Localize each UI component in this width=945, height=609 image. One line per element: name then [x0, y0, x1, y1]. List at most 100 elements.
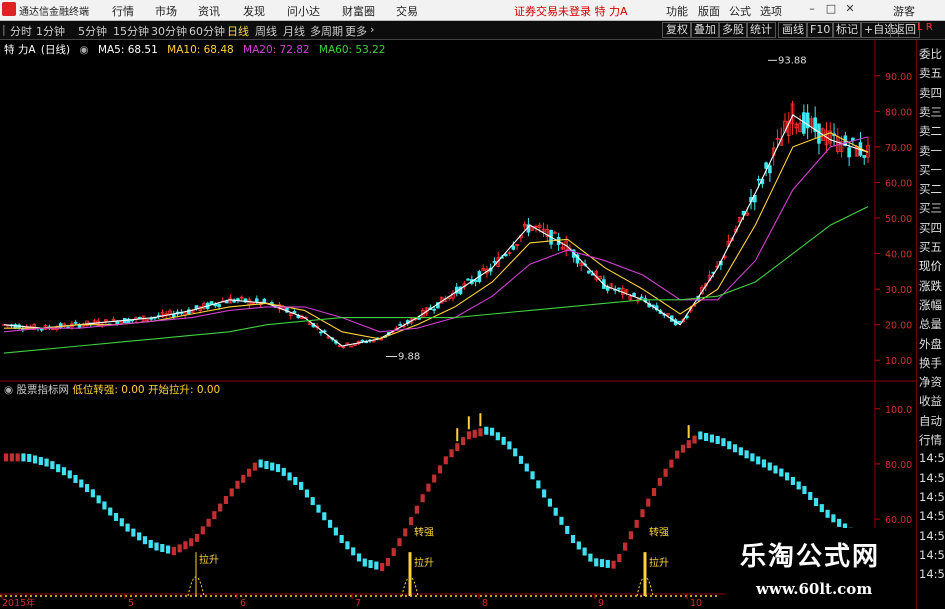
side-panel-item[interactable]: 14:5: [919, 490, 945, 504]
indicator-step: [194, 533, 200, 542]
minimize-icon[interactable]: –: [806, 3, 818, 15]
tab-more[interactable]: 更多: [345, 23, 367, 39]
time-axis-label: 6: [240, 598, 246, 609]
tab-weekly[interactable]: 周线: [255, 23, 277, 39]
stats-button[interactable]: 统计: [746, 22, 776, 38]
ma10-value: MA10: 68.48: [167, 44, 234, 56]
settings-dot-icon[interactable]: ◉: [79, 44, 88, 56]
side-panel-item[interactable]: 涨跌: [919, 278, 942, 294]
side-panel-item[interactable]: 委比: [919, 46, 942, 62]
side-panel-item[interactable]: 总量: [919, 316, 942, 332]
watermark-url: www.60lt.com: [756, 580, 873, 598]
side-panel-item[interactable]: 卖三: [919, 104, 942, 120]
tab-multi-period[interactable]: 多周期: [310, 23, 343, 39]
side-panel-item[interactable]: 买四: [919, 220, 942, 236]
side-panel-item[interactable]: 卖五: [919, 65, 942, 81]
indicator-step: [223, 495, 229, 504]
back-button[interactable]: 返回: [890, 22, 920, 38]
side-panel-item[interactable]: 卖四: [919, 85, 942, 101]
side-panel-item[interactable]: 14:5: [919, 567, 945, 581]
indicator-step: [721, 438, 726, 447]
indicator-settings-icon[interactable]: ◉: [4, 384, 13, 396]
side-panel-item[interactable]: 买五: [919, 239, 942, 255]
indicator-step: [287, 472, 292, 481]
side-panel-item[interactable]: 14:5: [919, 529, 945, 543]
menu-item-zixun[interactable]: 资讯: [198, 3, 220, 19]
tab-daily[interactable]: 日线: [227, 23, 249, 39]
side-panel-item[interactable]: 收益: [919, 393, 942, 409]
side-panel-item[interactable]: 14:5: [919, 471, 945, 485]
menu-item-wenxiaoda[interactable]: 问小达: [287, 3, 320, 19]
more-chevron-icon[interactable]: ›: [370, 23, 374, 36]
menu-item-banmian[interactable]: 版面: [698, 3, 720, 19]
kline-chart[interactable]: 93.88 9.88 拉升 转强拉升 转强拉升 90.00 80.00 70.00 60.00…: [0, 40, 916, 609]
menu-item-faxian[interactable]: 发现: [243, 3, 265, 19]
multi-stock-button[interactable]: 多股: [718, 22, 748, 38]
side-panel-item[interactable]: 买三: [919, 200, 942, 216]
indicator-step: [576, 541, 581, 550]
candle-body: [224, 300, 229, 304]
indicator-step: [67, 470, 72, 479]
tab-fenshi[interactable]: 分时: [10, 23, 32, 39]
candle-body: [847, 147, 851, 158]
tab-60min[interactable]: 60分钟: [189, 23, 225, 39]
side-panel-item[interactable]: 买二: [919, 181, 942, 197]
close-icon[interactable]: ✕: [844, 3, 856, 15]
candle-body: [553, 232, 557, 234]
f10-button[interactable]: F10: [806, 22, 835, 38]
indicator-step: [773, 465, 778, 474]
indicator-step: [44, 458, 49, 467]
tab-30min[interactable]: 30分钟: [151, 23, 187, 39]
side-panel-item[interactable]: 14:5: [919, 548, 945, 562]
indicator-step: [715, 436, 720, 445]
indicator-step: [9, 453, 14, 462]
side-panel-item[interactable]: 涨幅: [919, 297, 942, 313]
candle-body: [217, 303, 221, 308]
mark-button[interactable]: 标记: [832, 22, 862, 38]
indicator-name: 股票指标网: [16, 384, 70, 396]
indicator-step: [813, 498, 819, 507]
signal-label-lasheng: 拉升: [649, 556, 669, 569]
overlay-button[interactable]: 叠加: [690, 22, 720, 38]
side-panel-item[interactable]: 卖二: [919, 123, 942, 139]
side-panel-item[interactable]: 14:5: [919, 451, 945, 465]
indicator-step: [489, 427, 495, 436]
indicator-step: [466, 431, 472, 440]
menu-item-xuanxiang[interactable]: 选项: [760, 3, 782, 19]
panel-toggle[interactable]: L R: [917, 22, 933, 33]
login-notice[interactable]: 证券交易未登录 特 力A: [514, 3, 628, 19]
side-panel-item[interactable]: 现价: [919, 258, 942, 274]
side-panel-item[interactable]: 卖一: [919, 143, 942, 159]
menu-item-shichang[interactable]: 市场: [155, 3, 177, 19]
indicator-step: [241, 474, 246, 483]
maximize-icon[interactable]: □: [825, 3, 837, 15]
tab-15min[interactable]: 15分钟: [113, 23, 149, 39]
tab-5min[interactable]: 5分钟: [78, 23, 107, 39]
app-logo-icon: [2, 2, 16, 16]
side-panel-item[interactable]: 自动: [919, 413, 942, 429]
menu-item-gongshi[interactable]: 公式: [729, 3, 751, 19]
side-panel-item[interactable]: 行情: [919, 432, 942, 448]
guest-label[interactable]: 游客: [893, 3, 915, 19]
menu-item-gongneng[interactable]: 功能: [666, 3, 688, 19]
fuquan-button[interactable]: 复权: [662, 22, 692, 38]
price-axis-label: 40.00: [885, 250, 912, 261]
candle-body: [171, 313, 176, 318]
indicator-step: [414, 505, 419, 514]
menu-item-jiaoyi[interactable]: 交易: [396, 3, 418, 19]
tab-monthly[interactable]: 月线: [283, 23, 305, 39]
tab-1min[interactable]: 1分钟: [36, 23, 65, 39]
side-panel-item[interactable]: 14:5: [919, 509, 945, 523]
side-panel-item[interactable]: 净资: [919, 374, 942, 390]
side-panel-item[interactable]: 换手: [919, 355, 942, 371]
menu-item-hangqing[interactable]: 行情: [112, 3, 134, 19]
side-panel-item[interactable]: 买一: [919, 162, 942, 178]
indicator-step: [570, 535, 576, 544]
signal-markers: 93.88 9.88 拉升 转强拉升 转强拉升: [187, 55, 807, 597]
side-panel-item[interactable]: 外盘: [919, 336, 942, 352]
indicator-step: [628, 531, 634, 540]
ma20-value: MA20: 72.82: [243, 44, 310, 56]
draw-line-button[interactable]: 画线: [778, 22, 808, 38]
menu-item-caifuquan[interactable]: 财富圈: [342, 3, 375, 19]
indicator-step: [785, 472, 790, 481]
